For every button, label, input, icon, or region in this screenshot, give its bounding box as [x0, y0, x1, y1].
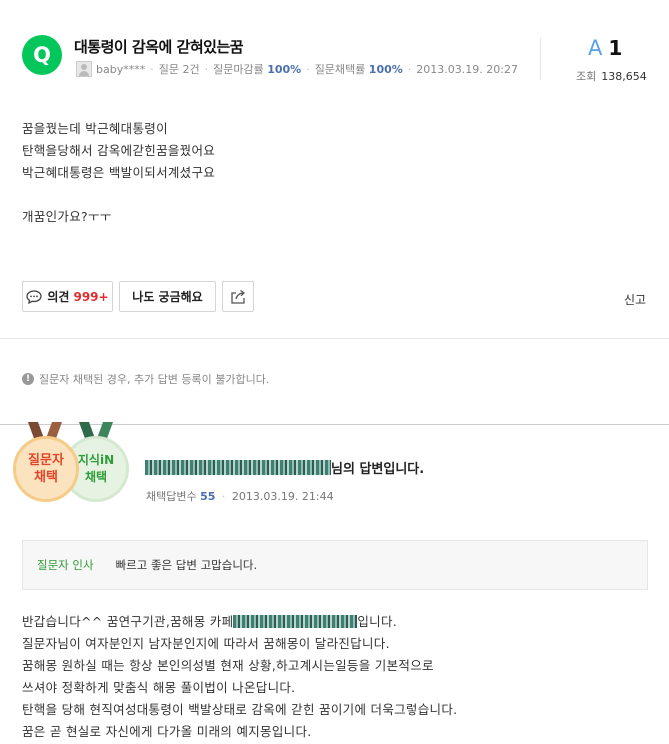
- answer-line: 반갑습니다^^ 꿈연구기관,꿈해몽 카페 입니다.: [22, 614, 398, 629]
- answer-meta: 채택답변수 55 · 2013.03.19. 21:44: [146, 490, 334, 503]
- opinion-label: 의견: [47, 290, 70, 304]
- answer-line: 탄핵을 당해 현직여성대통령이 백발상태로 감옥에 갇힌 꿈이기에 더욱그렇습니…: [22, 702, 458, 717]
- notice-text: 질문자 채택된 경우, 추가 답변 등록이 불가합니다.: [39, 373, 270, 386]
- question-title: 대통령이 감옥에 갇혀있는꿈: [74, 38, 244, 56]
- question-header: Q 대통령이 감옥에 갇혀있는꿈 baby**** · 질문 2건 · 질문마감…: [22, 30, 542, 90]
- comment-icon: [26, 289, 43, 304]
- masked-name: [145, 460, 331, 475]
- adopt-rate-label: 질문채택률: [314, 63, 366, 76]
- answer-line: 쓰셔야 정확하게 맞춤식 해몽 풀이법이 나온답니다.: [22, 680, 296, 695]
- medal-kin-line1: 지식iN: [77, 453, 115, 467]
- info-icon: !: [22, 373, 34, 385]
- answer-line: 꿈해몽 원하실 때는 항상 본인의성별 현재 상황,하고계시는일등을 기본적으로: [22, 658, 434, 673]
- views-label: 조회: [576, 70, 597, 83]
- adopt-notice: ! 질문자 채택된 경우, 추가 답변 등록이 불가합니다.: [22, 371, 269, 387]
- adopt-rate: 100%: [368, 62, 403, 76]
- question-meta: baby**** · 질문 2건 · 질문마감률 100% · 질문채택률 10…: [76, 61, 518, 77]
- answer-mark-icon: A: [588, 36, 603, 60]
- answer-body: 반갑습니다^^ 꿈연구기관,꿈해몽 카페 입니다. 질문자님이 여자분인지 남자분…: [22, 611, 457, 743]
- medal-asker-line2: 채택: [34, 470, 58, 485]
- asker-greeting: 질문자 인사 빠르고 좋은 답변 고맙습니다.: [22, 540, 648, 590]
- medal-asker-line1: 질문자: [28, 453, 64, 468]
- adopted-answers-count: 55: [200, 490, 216, 503]
- close-rate-label: 질문마감률: [213, 63, 264, 76]
- question-count[interactable]: 2건: [182, 61, 199, 77]
- masked-text: [233, 615, 358, 628]
- report-link[interactable]: 신고: [624, 291, 646, 308]
- opinion-button[interactable]: 의견 999+: [22, 281, 113, 312]
- share-button[interactable]: [222, 281, 254, 312]
- author-name[interactable]: baby****: [96, 63, 145, 76]
- share-icon: [231, 289, 246, 304]
- greeting-label: 질문자 인사: [37, 558, 94, 572]
- answer-line: 꿈은 곧 현실로 자신에게 다가올 미래의 예지몽입니다.: [22, 724, 312, 739]
- header-divider: [540, 38, 541, 80]
- answer-date: 2013.03.19. 21:44: [231, 490, 334, 503]
- answer-count[interactable]: A1: [588, 36, 622, 60]
- close-rate: 100%: [267, 62, 302, 76]
- views-value: 138,654: [601, 70, 647, 83]
- question-badge-icon: Q: [22, 35, 62, 75]
- answer-count-value: 1: [608, 36, 623, 60]
- adopted-answers-label: 채택답변수: [146, 490, 197, 503]
- view-count: 조회 138,654: [576, 68, 647, 84]
- question-count-label: 질문: [158, 63, 179, 76]
- curious-button[interactable]: 나도 궁금해요: [119, 281, 216, 312]
- answerer-suffix: 님의 답변입니다.: [331, 462, 425, 477]
- question-body: 꿈을꿨는데 박근혜대통령이 탄핵을당해서 감옥에갇힌꿈을꿨어요 박근혜대통령은 …: [22, 121, 216, 224]
- question-date: 2013.03.19. 20:27: [416, 62, 518, 76]
- opinion-count: 999+: [73, 289, 109, 304]
- asker-adopted-medal: 질문자 채택: [13, 436, 79, 502]
- answerer-name[interactable]: 님의 답변입니다.: [145, 458, 424, 477]
- section-divider: [0, 338, 669, 339]
- answer-line: 질문자님이 여자분인지 남자분인지에 따라서 꿈해몽이 달라진답니다.: [22, 636, 390, 651]
- avatar-icon[interactable]: [76, 61, 92, 77]
- greeting-text: 빠르고 좋은 답변 고맙습니다.: [115, 558, 258, 572]
- medal-kin-line2: 채택: [84, 470, 108, 484]
